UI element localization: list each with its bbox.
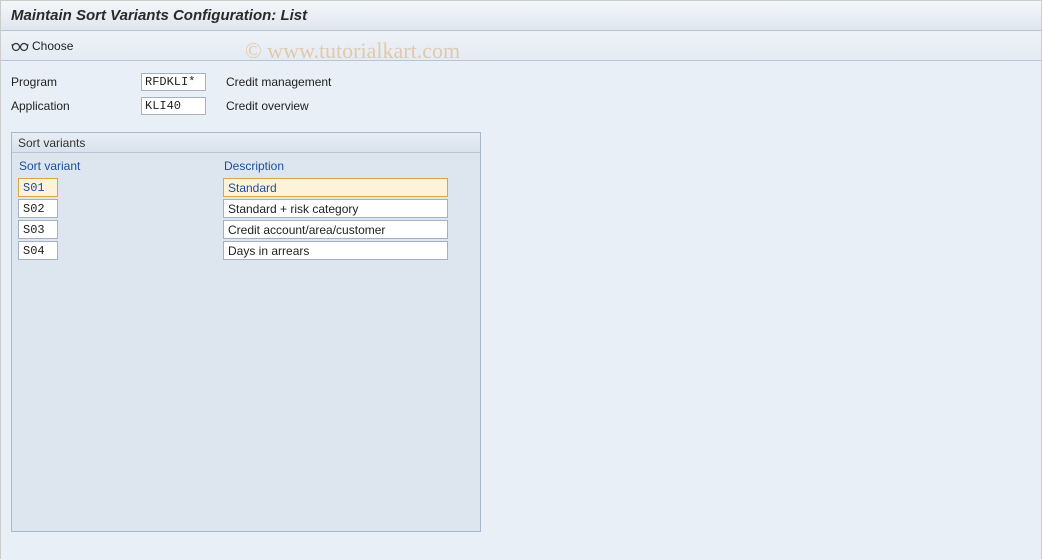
program-input[interactable] <box>141 73 206 91</box>
variant-cell[interactable] <box>18 178 58 197</box>
program-label: Program <box>11 75 141 89</box>
page-title: Maintain Sort Variants Configuration: Li… <box>1 1 1041 31</box>
content-area: Program Credit management Application Cr… <box>1 61 1041 560</box>
panel-title: Sort variants <box>12 133 480 153</box>
col-description[interactable]: Description <box>223 157 474 175</box>
choose-button[interactable]: Choose <box>11 39 73 53</box>
glasses-icon <box>11 40 29 52</box>
col-sort-variant[interactable]: Sort variant <box>18 157 223 175</box>
table-row[interactable] <box>18 220 474 239</box>
column-headers: Sort variant Description <box>18 157 474 175</box>
choose-button-label: Choose <box>32 39 73 53</box>
description-cell[interactable] <box>223 241 448 260</box>
toolbar: Choose <box>1 31 1041 61</box>
description-cell[interactable] <box>223 199 448 218</box>
sort-variants-panel: Sort variants Sort variant Description <box>11 132 481 532</box>
variant-cell[interactable] <box>18 199 58 218</box>
application-label: Application <box>11 99 141 113</box>
description-cell[interactable] <box>223 178 448 197</box>
variant-cell[interactable] <box>18 220 58 239</box>
application-row: Application Credit overview <box>11 95 1031 117</box>
panel-body: Sort variant Description <box>12 153 480 266</box>
table-row[interactable] <box>18 178 474 197</box>
application-text: Credit overview <box>226 99 309 113</box>
table-row[interactable] <box>18 199 474 218</box>
table-row[interactable] <box>18 241 474 260</box>
description-cell[interactable] <box>223 220 448 239</box>
variant-cell[interactable] <box>18 241 58 260</box>
program-text: Credit management <box>226 75 331 89</box>
application-input[interactable] <box>141 97 206 115</box>
program-row: Program Credit management <box>11 71 1031 93</box>
